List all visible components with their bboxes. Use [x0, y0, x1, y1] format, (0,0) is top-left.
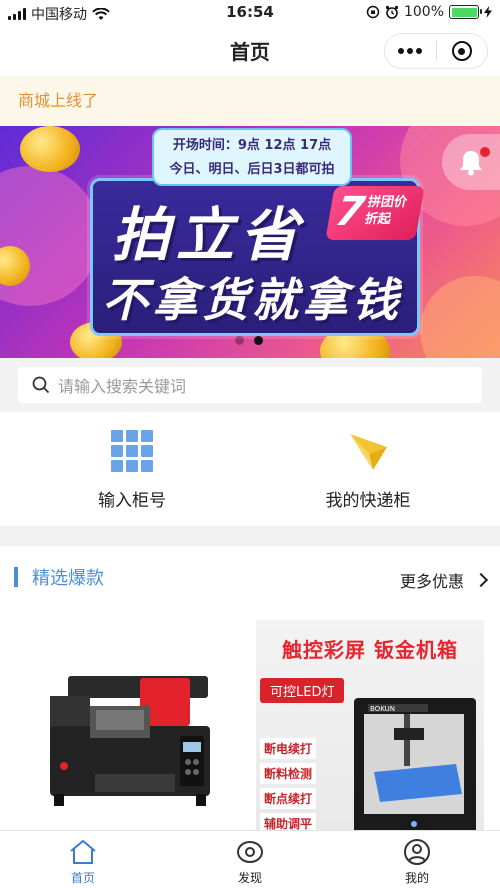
- notice-bar[interactable]: 商城上线了: [0, 76, 500, 126]
- enter-locker-number-button[interactable]: 输入柜号: [52, 430, 212, 511]
- battery-percent: 100%: [403, 4, 444, 20]
- banner-subline: 不拿货就拿钱: [102, 273, 402, 327]
- brand-label: BOKUN: [370, 705, 395, 713]
- badge-text-2: 折起: [363, 212, 393, 227]
- tab-label: 我的: [404, 871, 429, 885]
- feature-item: 辅助调平: [260, 813, 317, 830]
- feature-item: 断料检测: [260, 763, 317, 784]
- more-deals-link[interactable]: 更多优惠: [399, 568, 489, 592]
- schedule-line-2: 今日、明日、后日3日都可拍: [169, 162, 335, 177]
- search-placeholder: 请输入搜索关键词: [58, 377, 187, 396]
- more-dots-icon: [398, 48, 423, 54]
- uv-printer-image: [50, 676, 210, 806]
- chevron-right-icon: [473, 572, 489, 588]
- tab-bar: 首页 发现 我的: [0, 830, 500, 888]
- feature-item: 断电续打: [260, 738, 317, 759]
- bubble-decoration: [420, 276, 500, 358]
- my-locker-button[interactable]: 我的快递柜: [288, 430, 448, 511]
- user-icon: [404, 839, 430, 865]
- status-bar: 中国移动 16:54 100%: [0, 0, 500, 26]
- section-title: 精选爆款: [32, 568, 104, 589]
- mini-program-capsule: [384, 33, 488, 69]
- close-mini-program-button[interactable]: [437, 34, 488, 68]
- quick-action-label: 输入柜号: [98, 491, 166, 511]
- 3d-printer-image: BOKUN: [354, 698, 476, 830]
- coin-decoration: [20, 126, 80, 172]
- carousel-dot[interactable]: [235, 336, 244, 345]
- home-icon: [70, 840, 96, 864]
- paper-plane-icon: [350, 434, 387, 470]
- banner-carousel[interactable]: 开场时间：9点 12点 17点 今日、明日、后日3日都可拍 拍立省 不拿货就拿钱…: [0, 126, 500, 358]
- tab-mine[interactable]: 我的: [377, 839, 457, 886]
- tab-home[interactable]: 首页: [43, 839, 123, 886]
- tab-label: 首页: [70, 871, 95, 885]
- group-price-badge: 7 拼团价 折起: [325, 186, 425, 240]
- banner-schedule: 开场时间：9点 12点 17点 今日、明日、后日3日都可拍: [152, 128, 352, 186]
- target-icon: [451, 41, 472, 61]
- featured-section: 精选爆款 更多优惠 触控彩屏 钣金机箱 可控LED灯 BOKUN 断电续打 断料…: [0, 546, 500, 830]
- schedule-line-1: 开场时间：9点 12点 17点: [172, 138, 332, 153]
- quick-actions: 输入柜号 我的快递柜: [0, 412, 500, 526]
- more-deals-label: 更多优惠: [399, 572, 464, 591]
- battery-icon: [449, 5, 482, 19]
- notification-dot: [480, 147, 490, 157]
- product-title: 触控彩屏 钣金机箱: [282, 638, 458, 662]
- rotation-lock-icon: [366, 5, 380, 19]
- battery-fill: [451, 7, 477, 17]
- search-icon: [32, 376, 50, 394]
- feature-list: 断电续打 断料检测 断点续打 辅助调平: [260, 738, 317, 830]
- quick-action-label: 我的快递柜: [325, 491, 411, 511]
- search-area: 请输入搜索关键词: [0, 358, 500, 412]
- badge-number: 7: [332, 189, 369, 235]
- banner-headline: 拍立省: [112, 201, 305, 269]
- badge-text-1: 拼团价: [366, 195, 409, 210]
- search-input[interactable]: 请输入搜索关键词: [18, 367, 482, 403]
- tab-discover[interactable]: 发现: [210, 839, 290, 886]
- product-card-printer[interactable]: [40, 666, 220, 826]
- status-right: 100%: [366, 4, 492, 20]
- more-options-button[interactable]: [385, 34, 436, 68]
- product-card-3d-printer[interactable]: 触控彩屏 钣金机箱 可控LED灯 BOKUN 断电续打 断料检测 断点续打 辅助…: [256, 620, 484, 830]
- tab-label: 发现: [237, 871, 262, 885]
- section-accent-bar: [14, 567, 18, 587]
- section-header: 精选爆款: [14, 564, 104, 590]
- nav-bar: 首页: [0, 26, 500, 76]
- grid-icon: [111, 430, 153, 472]
- feature-item: 断点续打: [260, 788, 317, 809]
- eye-icon: [237, 841, 263, 863]
- notification-button[interactable]: [442, 134, 500, 190]
- carousel-indicators: [235, 336, 263, 345]
- badge-text: 拼团价 折起: [363, 194, 409, 228]
- product-tag: 可控LED灯: [260, 678, 345, 703]
- charging-icon: [484, 6, 492, 18]
- carousel-dot-active[interactable]: [254, 336, 263, 345]
- alarm-icon: [385, 5, 399, 19]
